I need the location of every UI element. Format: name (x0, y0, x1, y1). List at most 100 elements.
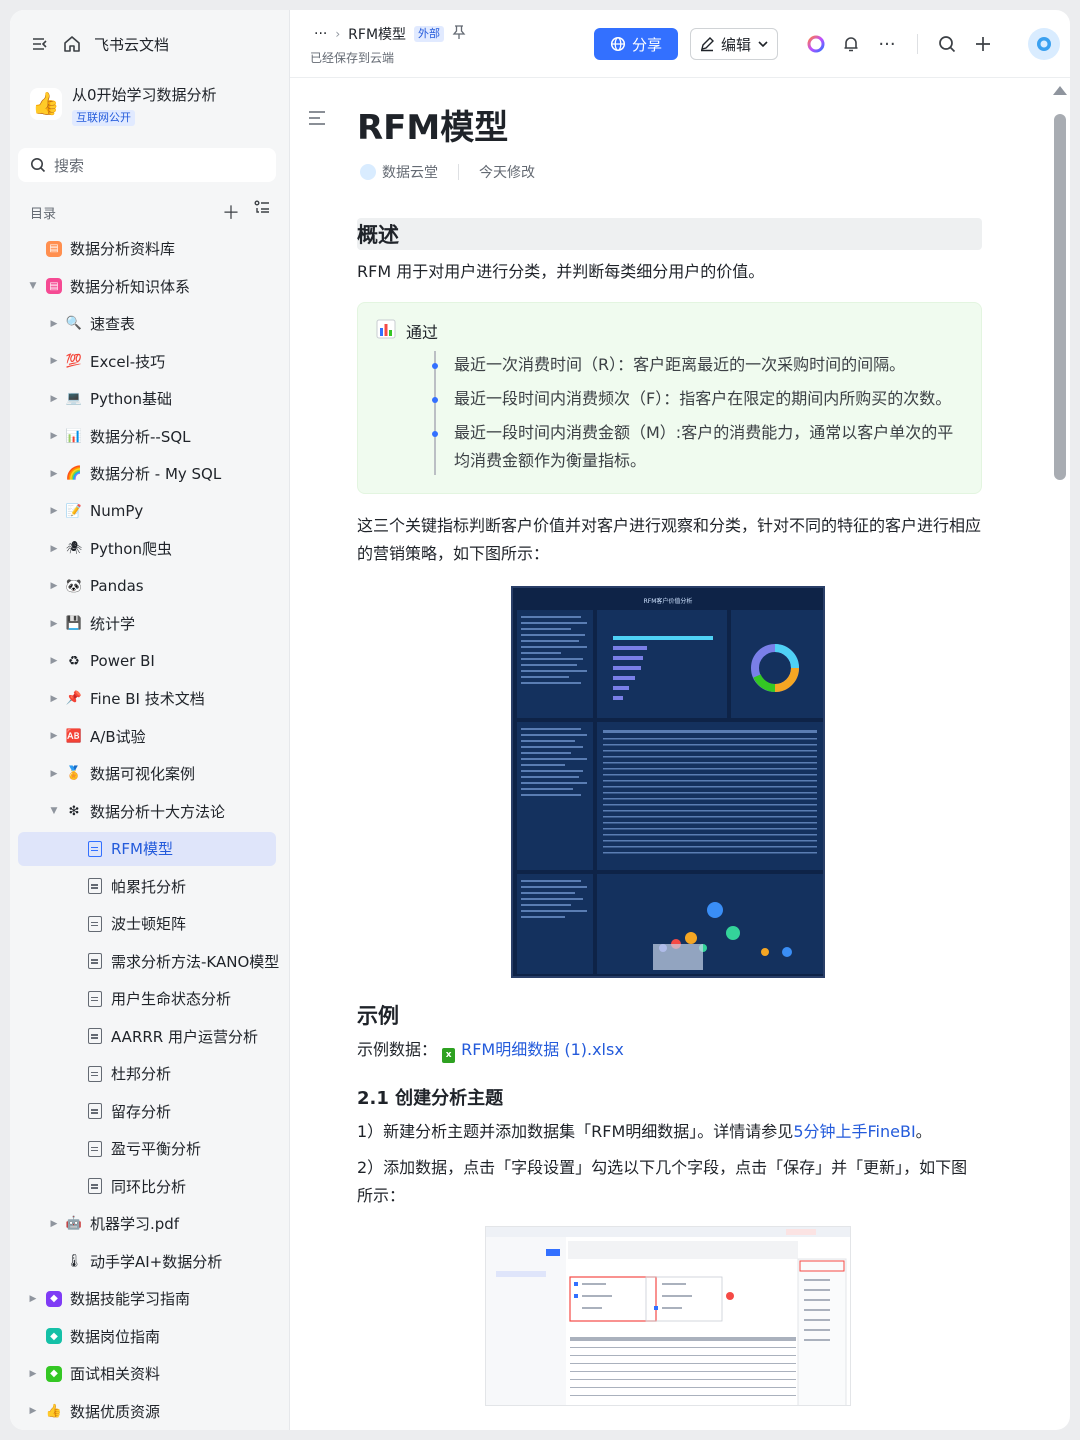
example-line: 示例数据： x RFM明细数据 (1).xlsx (357, 1036, 982, 1064)
sidebar-item[interactable]: ▶ 🌈 数据分析 - My SQL (10, 455, 290, 493)
expand-right-icon[interactable]: ▶ (48, 581, 60, 591)
heading-example: 示例 (357, 1004, 399, 1028)
field-settings-screenshot[interactable] (485, 1226, 851, 1406)
expand-right-icon[interactable]: ▶ (48, 431, 60, 441)
expand-right-icon[interactable]: ▶ (48, 1219, 60, 1229)
collapse-sidebar-icon[interactable] (30, 34, 50, 54)
app-window: 飞书云文档 👍 从0开始学习数据分析 互联网公开 搜索 目录 ＋ ▤ 数据分析资料… (10, 10, 1070, 1430)
sidebar-item[interactable]: 杜邦分析 (10, 1055, 290, 1093)
sidebar-item-label: AARRR 用户运营分析 (111, 1027, 258, 1046)
sidebar-item-label: Fine BI 技术文档 (90, 690, 205, 709)
home-icon[interactable] (62, 34, 82, 54)
rfm-dashboard-image[interactable]: RFM客户价值分析 (511, 586, 825, 978)
doc-icon (86, 990, 104, 1008)
heading-create-topic: 2.1 创建分析主题 (357, 1088, 504, 1109)
sidebar-item-label: 速查表 (90, 315, 136, 334)
finebi-guide-link[interactable]: 5分钟上手FineBI (793, 1122, 915, 1141)
sidebar-item[interactable]: ▶ 💾 统计学 (10, 605, 290, 643)
more-breadcrumb-button[interactable]: ··· (314, 26, 327, 42)
outline-toggle-icon[interactable] (308, 110, 326, 131)
sidebar-item[interactable]: ▶ 📝 NumPy (10, 493, 290, 531)
sidebar-item[interactable]: ▶ 🕷 Python爬虫 (10, 530, 290, 568)
sidebar-item[interactable]: 盈亏平衡分析 (10, 1130, 290, 1168)
sidebar-item[interactable]: ▶ ◆ 面试相关资料 (10, 1355, 290, 1393)
sidebar-item-label: 数据可视化案例 (90, 765, 196, 784)
add-icon[interactable]: ＋ (222, 199, 240, 225)
scroll-up-arrow[interactable] (1053, 86, 1067, 95)
expand-right-icon[interactable]: ▶ (48, 394, 60, 404)
ai-assistant-icon[interactable] (804, 32, 828, 56)
doc-icon (86, 952, 104, 970)
sidebar-item-label: 数据分析--SQL (90, 427, 191, 446)
sidebar-item[interactable]: ▶ 📌 Fine BI 技术文档 (10, 680, 290, 718)
chevron-right-icon: › (335, 27, 341, 41)
sidebar-item[interactable]: ▶ 🏅 数据可视化案例 (10, 755, 290, 793)
sidebar-item[interactable]: ▶ 🐼 Pandas (10, 568, 290, 606)
expand-right-icon[interactable]: ▶ (48, 656, 60, 666)
share-button[interactable]: 分享 (594, 28, 678, 60)
thumbs-up-emoji-icon: 👍 (45, 1403, 63, 1419)
doc-name[interactable]: RFM模型 (348, 24, 406, 44)
search-icon[interactable] (935, 32, 959, 56)
expand-right-icon[interactable]: ▶ (48, 694, 60, 704)
sidebar-item[interactable]: 留存分析 (10, 1093, 290, 1131)
sidebar-item[interactable]: ◆ 数据岗位指南 (10, 1318, 290, 1356)
step-1-suffix: 。 (915, 1122, 932, 1141)
expand-right-icon[interactable]: ▶ (48, 356, 60, 366)
user-avatar[interactable] (1028, 28, 1060, 60)
sidebar-item[interactable]: ▶ 🆎 A/B试验 (10, 718, 290, 756)
sidebar-item[interactable]: ▶ 🔍 速查表 (10, 305, 290, 343)
doc-icon (86, 840, 104, 858)
sidebar-item[interactable]: ▼ ❇ 数据分析十大方法论 (10, 793, 290, 831)
sidebar-item[interactable]: ▼ ▤ 数据分析知识体系 (10, 268, 290, 306)
sidebar-item[interactable]: RFM模型 (10, 830, 290, 868)
edit-mode-dropdown[interactable]: 编辑 (690, 28, 778, 60)
excel-icon: x (442, 1048, 456, 1063)
list-settings-icon[interactable] (254, 199, 270, 225)
space-header[interactable]: 👍 从0开始学习数据分析 互联网公开 (30, 84, 217, 126)
sidebar-item[interactable]: ▶ 💯 Excel-技巧 (10, 343, 290, 381)
add-icon[interactable] (971, 32, 995, 56)
expand-right-icon[interactable]: ▶ (48, 769, 60, 779)
sidebar-item[interactable]: ▶ 📊 数据分析--SQL (10, 418, 290, 456)
expand-right-icon[interactable]: ▶ (27, 1294, 39, 1304)
expand-down-icon[interactable]: ▼ (27, 281, 39, 291)
sidebar-item-label: 数据优质资源 (70, 1402, 161, 1421)
author-name[interactable]: 数据云堂 (382, 162, 438, 182)
author-avatar-icon (360, 164, 376, 180)
more-options-icon[interactable]: ··· (875, 32, 899, 56)
expand-right-icon[interactable]: ▶ (48, 619, 60, 629)
expand-right-icon[interactable]: ▶ (48, 544, 60, 554)
sidebar-item[interactable]: ▶ 👍 数据优质资源 (10, 1393, 290, 1431)
expand-right-icon[interactable]: ▶ (48, 506, 60, 516)
sidebar-item[interactable]: ▶ 💻 Python基础 (10, 380, 290, 418)
expand-right-icon[interactable]: ▶ (48, 469, 60, 479)
sidebar-item-label: 数据分析十大方法论 (90, 802, 226, 821)
sidebar-item[interactable]: ▶ ♻ Power BI (10, 643, 290, 681)
sidebar-item[interactable]: 需求分析方法-KANO模型 (10, 943, 290, 981)
sidebar-item-label: Python爬虫 (90, 540, 172, 559)
sidebar-item[interactable]: 用户生命状态分析 (10, 980, 290, 1018)
expand-right-icon[interactable]: ▶ (48, 319, 60, 329)
sidebar-item-label: 数据分析知识体系 (70, 277, 191, 296)
sidebar-item[interactable]: ▤ 数据分析资料库 (10, 230, 290, 268)
scrollbar-thumb[interactable] (1054, 114, 1066, 480)
sidebar-item-label: 波士顿矩阵 (111, 915, 187, 934)
bell-icon[interactable] (839, 32, 863, 56)
expand-right-icon[interactable]: ▶ (27, 1406, 39, 1416)
sidebar-item[interactable]: ▶ ◆ 数据技能学习指南 (10, 1280, 290, 1318)
sidebar-item[interactable]: 同环比分析 (10, 1168, 290, 1206)
excel-file-link[interactable]: x RFM明细数据 (1).xlsx (442, 1040, 624, 1063)
expand-right-icon[interactable]: ▶ (48, 731, 60, 741)
sidebar-item[interactable]: 🌡 动手学AI+数据分析 (10, 1243, 290, 1281)
sidebar-search[interactable]: 搜索 (18, 148, 276, 182)
expand-down-icon[interactable]: ▼ (48, 806, 60, 816)
sidebar-item[interactable]: AARRR 用户运营分析 (10, 1018, 290, 1056)
home-link[interactable]: 飞书云文档 (94, 34, 169, 55)
sidebar-item[interactable]: 帕累托分析 (10, 868, 290, 906)
pin-icon[interactable] (452, 25, 466, 43)
sidebar-item-label: NumPy (90, 502, 144, 521)
sidebar-item[interactable]: 波士顿矩阵 (10, 905, 290, 943)
sidebar-item[interactable]: ▶ 🤖 机器学习.pdf (10, 1205, 290, 1243)
expand-right-icon[interactable]: ▶ (27, 1369, 39, 1379)
